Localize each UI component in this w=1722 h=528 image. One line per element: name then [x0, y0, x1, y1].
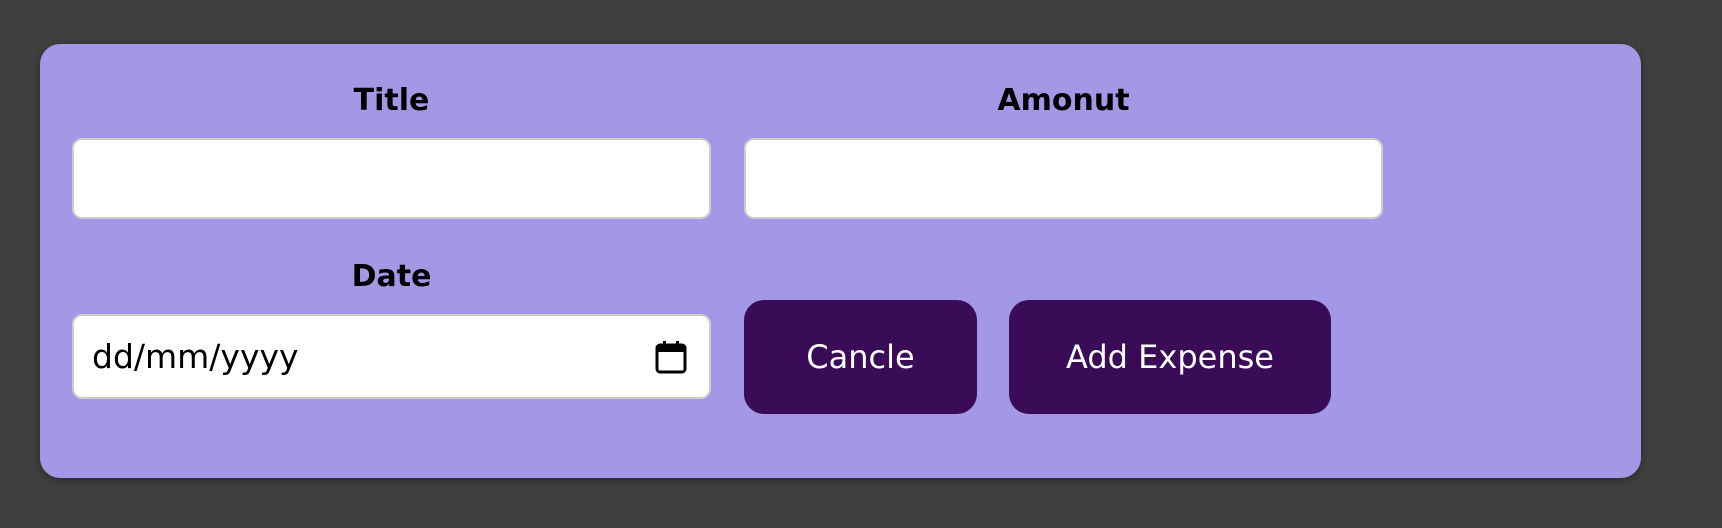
date-placeholder: dd/mm/yyyy: [92, 337, 299, 376]
title-label: Title: [353, 83, 430, 118]
date-label: Date: [351, 259, 432, 294]
amount-label: Amonut: [997, 83, 1130, 118]
expense-form-card: Title Amonut Date dd/mm/yyyy Cancle Add …: [40, 44, 1641, 478]
amount-input[interactable]: [744, 138, 1383, 219]
cancel-button[interactable]: Cancle: [744, 300, 977, 414]
calendar-icon[interactable]: [655, 340, 687, 374]
date-input[interactable]: dd/mm/yyyy: [72, 314, 711, 399]
title-input[interactable]: [72, 138, 711, 219]
add-expense-button[interactable]: Add Expense: [1009, 300, 1331, 414]
